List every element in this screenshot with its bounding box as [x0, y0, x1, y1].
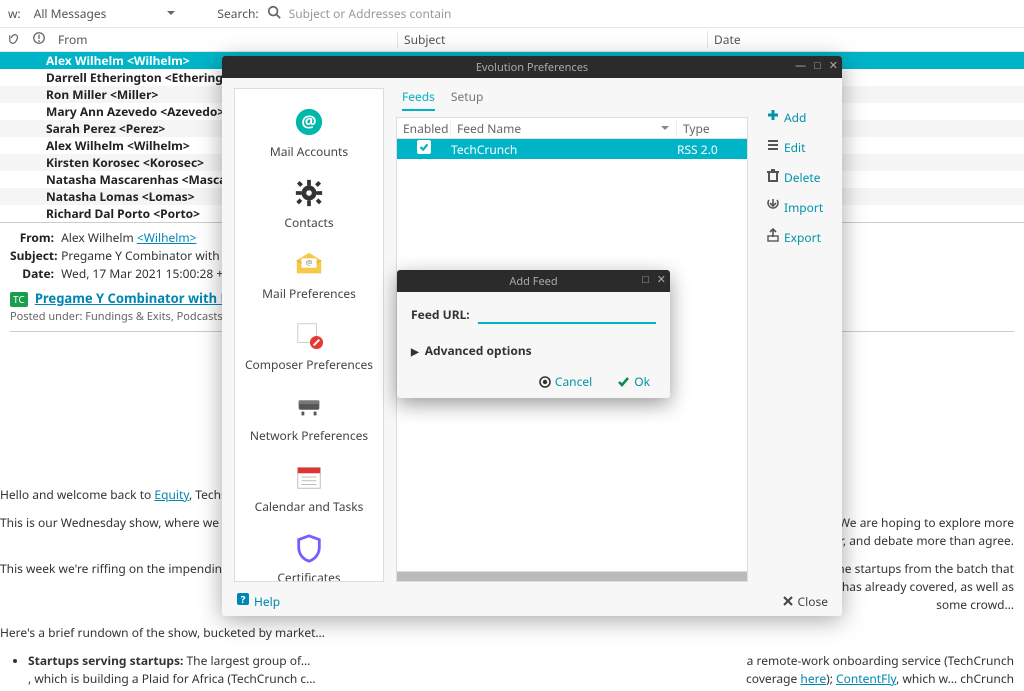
svg-text:@: @ — [301, 110, 316, 133]
col-feedname[interactable]: Feed Name — [451, 120, 677, 137]
chevron-down-icon — [166, 5, 176, 22]
feed-actions: Add Edit Delete Import Export — [760, 88, 830, 582]
list-icon — [766, 138, 780, 156]
search-label: Search: — [217, 5, 258, 22]
triangle-right-icon: ▶ — [411, 344, 419, 358]
network-icon — [294, 389, 324, 423]
window-title: Evolution Preferences — [476, 60, 588, 75]
attachment-icon[interactable] — [8, 31, 22, 49]
add-button[interactable]: Add — [766, 108, 830, 126]
sidebar-item-certificates[interactable]: Certificates — [235, 521, 383, 582]
subject-label: Subject: — [10, 247, 54, 265]
search-icon[interactable] — [267, 5, 281, 23]
delete-button[interactable]: Delete — [766, 168, 830, 186]
help-button[interactable]: ? Help — [236, 592, 280, 610]
close-button[interactable]: Close — [782, 593, 828, 610]
date-label: Date: — [10, 265, 54, 283]
from-name: Alex Wilhelm — [61, 229, 137, 246]
preferences-footer: ? Help Close — [222, 586, 842, 616]
gear-icon — [294, 176, 324, 210]
check-icon — [616, 375, 630, 389]
advanced-options-toggle[interactable]: ▶ Advanced options — [411, 342, 656, 359]
show-dropdown[interactable]: All Messages — [29, 2, 182, 25]
tab-setup[interactable]: Setup — [451, 88, 483, 111]
tag-badge: TC — [10, 292, 28, 307]
window-title: Add Feed — [509, 274, 557, 289]
edit-button[interactable]: Edit — [766, 138, 830, 156]
add-feed-dialog: Add Feed □ ✕ Feed URL: ▶ Advanced option… — [397, 270, 670, 398]
maximize-icon[interactable]: □ — [814, 58, 821, 73]
from-link[interactable]: <Wilhelm> — [137, 229, 197, 246]
calendar-icon — [294, 460, 324, 494]
search-placeholder[interactable]: Subject or Addresses contain — [289, 5, 452, 22]
from-label: From: — [10, 229, 54, 247]
checkbox-checked-icon[interactable] — [417, 140, 431, 158]
close-icon — [782, 595, 794, 607]
maximize-icon[interactable]: □ — [642, 272, 649, 287]
chevron-down-icon — [660, 120, 670, 137]
svg-text:@: @ — [306, 258, 313, 268]
export-icon — [766, 228, 780, 246]
col-type[interactable]: Type — [677, 120, 747, 137]
feed-type: RSS 2.0 — [677, 141, 747, 158]
sidebar-item-mail-accounts[interactable]: @ Mail Accounts — [235, 95, 383, 166]
feed-name: TechCrunch — [451, 141, 677, 158]
plus-icon — [766, 108, 780, 126]
tabs: Feeds Setup — [396, 88, 748, 113]
export-button[interactable]: Export — [766, 228, 830, 246]
import-icon — [766, 198, 780, 216]
sidebar-item-calendar-tasks[interactable]: Calendar and Tasks — [235, 450, 383, 521]
column-headers: From Subject Date — [0, 28, 1024, 52]
feed-row[interactable]: TechCrunch RSS 2.0 — [397, 139, 747, 159]
preferences-sidebar: @ Mail Accounts Contacts @ Mail Preferen… — [234, 88, 384, 582]
sidebar-item-mail-preferences[interactable]: @ Mail Preferences — [235, 237, 383, 308]
tab-feeds[interactable]: Feeds — [402, 88, 435, 111]
horizontal-scrollbar[interactable] — [397, 571, 747, 581]
minimize-icon[interactable]: — — [795, 58, 806, 73]
col-header-from[interactable]: From — [58, 31, 398, 48]
importance-icon[interactable] — [32, 31, 46, 49]
filter-bar: w: All Messages Search: Subject or Addre… — [0, 0, 1024, 28]
help-icon: ? — [236, 592, 250, 610]
show-label: w: — [8, 5, 21, 22]
titlebar[interactable]: Evolution Preferences — □ ✕ — [222, 56, 842, 78]
trash-icon — [766, 168, 780, 186]
import-button[interactable]: Import — [766, 198, 830, 216]
cancel-button[interactable]: Cancel — [539, 373, 592, 390]
compose-icon — [294, 318, 324, 352]
feed-url-input[interactable] — [478, 304, 656, 324]
ok-button[interactable]: Ok — [616, 373, 650, 390]
envelope-icon: @ — [294, 247, 324, 281]
col-header-date[interactable]: Date — [708, 31, 741, 48]
close-icon[interactable]: ✕ — [657, 272, 666, 287]
at-icon: @ — [294, 105, 324, 139]
equity-link[interactable]: Equity — [154, 486, 189, 503]
col-header-subject[interactable]: Subject — [398, 31, 708, 48]
sidebar-item-composer-preferences[interactable]: Composer Preferences — [235, 308, 383, 379]
close-icon[interactable]: ✕ — [829, 58, 838, 73]
list-item: Startups serving startups: The largest g… — [28, 652, 1014, 688]
col-enabled[interactable]: Enabled — [397, 120, 451, 137]
shield-icon — [294, 531, 324, 565]
sidebar-item-contacts[interactable]: Contacts — [235, 166, 383, 237]
svg-text:?: ? — [241, 592, 246, 606]
show-value: All Messages — [34, 5, 107, 22]
feed-table-header: Enabled Feed Name Type — [396, 117, 748, 139]
titlebar[interactable]: Add Feed □ ✕ — [397, 270, 670, 292]
sidebar-item-network-preferences[interactable]: Network Preferences — [235, 379, 383, 450]
feed-url-label: Feed URL: — [411, 306, 470, 323]
cancel-icon — [539, 376, 551, 388]
